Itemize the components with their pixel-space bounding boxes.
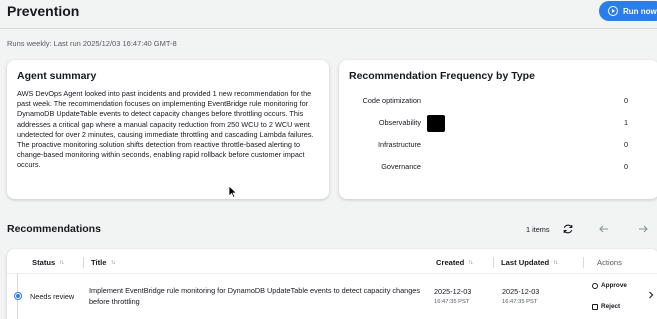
column-divider: [83, 257, 84, 268]
frequency-category-label: Observability: [378, 118, 421, 127]
column-divider: [583, 257, 584, 268]
frequency-category-label: Code optimization: [362, 96, 421, 105]
reject-button[interactable]: Reject: [592, 303, 620, 310]
column-header-title[interactable]: Title ↑↓: [91, 258, 115, 267]
status-value: Needs review: [30, 292, 75, 301]
reject-icon: [592, 303, 598, 310]
page-title: Prevention: [7, 3, 80, 19]
agent-summary-text: AWS DevOps Agent looked into past incide…: [17, 89, 314, 170]
frequency-bar: [427, 115, 445, 132]
frequency-category-label: Infrastructure: [378, 140, 421, 149]
frequency-value: 0: [624, 162, 629, 171]
recommendation-title-link[interactable]: Implement EventBridge rule monitoring fo…: [89, 285, 429, 307]
column-header-actions: Actions: [597, 258, 622, 267]
page-header: Prevention Run now: [0, 0, 657, 28]
check-circle-icon: [592, 282, 598, 289]
sort-icon: ↑↓: [468, 259, 473, 266]
frequency-row: Infrastructure 0: [339, 137, 657, 151]
sort-icon: ↑↓: [110, 259, 115, 266]
chevron-right-icon[interactable]: [647, 291, 655, 299]
frequency-value: 0: [624, 140, 629, 149]
created-cell: 2025-12-03 16:47:35 PST: [434, 287, 471, 307]
updated-cell: 2025-12-03 16:47:35 PST: [502, 287, 539, 307]
header-divider: [0, 28, 657, 29]
approve-button[interactable]: Approve: [592, 282, 627, 289]
schedule-text: Runs weekly: Last run 2025/12/03 16:47:4…: [7, 39, 177, 48]
updated-date: 2025-12-03: [502, 287, 540, 296]
recommendations-table: Status ↑↓ Title ↑↓ Created ↑↓ Last Updat…: [7, 249, 657, 319]
previous-page-icon[interactable]: [598, 223, 610, 235]
frequency-chart-title: Recommendation Frequency by Type: [349, 70, 535, 82]
frequency-category-label: Governance: [381, 162, 421, 171]
header-row-separator: [7, 273, 657, 274]
column-header-status[interactable]: Status ↑↓: [32, 258, 64, 267]
created-date: 2025-12-03: [434, 287, 472, 296]
frequency-value: 0: [624, 96, 629, 105]
column-header-created[interactable]: Created ↑↓: [436, 258, 473, 267]
sort-icon: ↑↓: [59, 259, 64, 266]
created-time: 16:47:35 PST: [434, 299, 470, 305]
sort-icon: ↑↓: [553, 259, 558, 266]
refresh-icon[interactable]: [562, 223, 574, 235]
run-now-label: Run now: [623, 6, 657, 16]
status-indicator-icon: [15, 293, 21, 299]
items-count: 1 items: [526, 225, 550, 234]
mouse-cursor-icon: [228, 185, 238, 199]
run-now-button[interactable]: Run now: [599, 1, 657, 21]
frequency-value: 1: [624, 118, 629, 127]
agent-summary-title: Agent summary: [17, 70, 97, 82]
play-icon: [608, 6, 618, 16]
updated-time: 16:47:35 PST: [502, 299, 538, 305]
frequency-row: Observability 1: [339, 115, 657, 132]
frequency-row: Code optimization 0: [339, 93, 657, 107]
column-header-last-updated[interactable]: Last Updated ↑↓: [501, 258, 558, 267]
column-divider: [493, 257, 494, 268]
frequency-row: Governance 0: [339, 159, 657, 173]
next-page-icon[interactable]: [637, 223, 649, 235]
recommendations-title: Recommendations: [7, 223, 101, 235]
agent-summary-card: Agent summary AWS DevOps Agent looked in…: [7, 60, 329, 199]
frequency-chart-card: Recommendation Frequency by Type Code op…: [339, 60, 657, 199]
